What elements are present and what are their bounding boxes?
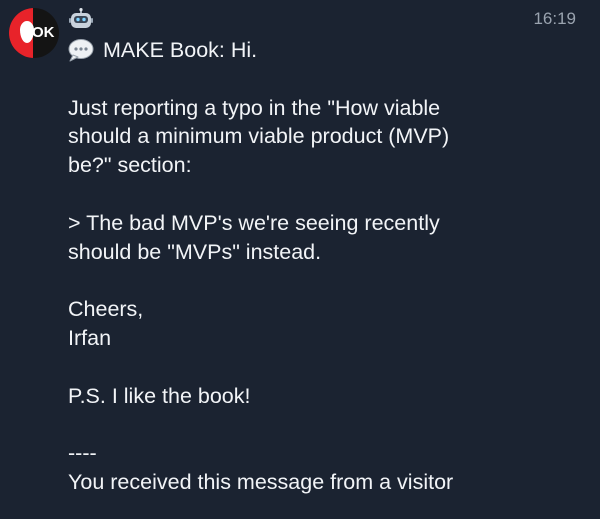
message-line: be?" section:	[68, 153, 192, 178]
message-line: should a minimum viable product (MVP)	[68, 124, 450, 149]
message-line: ----	[68, 441, 97, 466]
message-line: Just reporting a typo in the "How viable	[68, 95, 441, 120]
message-line	[68, 65, 578, 94]
message-line: Cheers,	[68, 297, 144, 322]
message-body: MAKE Book: Hi. Just reporting a typo in …	[68, 36, 578, 497]
message-header-text: MAKE Book: Hi.	[103, 38, 258, 62]
message-timestamp: 16:19	[533, 9, 576, 28]
message-line	[68, 353, 578, 382]
message-line	[68, 180, 578, 209]
message-line: You received this message from a visitor	[68, 469, 454, 494]
message-first-line: MAKE Book: Hi.	[68, 36, 578, 65]
robot-icon	[69, 8, 93, 28]
sender-avatar[interactable]: OK	[9, 8, 59, 58]
message-line	[68, 266, 578, 295]
message-line: Irfan	[68, 325, 112, 350]
message-line	[68, 410, 578, 439]
message-line: P.S. I like the book!	[68, 383, 251, 408]
message-line: > The bad MVP's we're seeing recently	[68, 210, 440, 235]
message-line: should be "MVPs" instead.	[68, 239, 322, 264]
avatar-text: OK	[32, 24, 55, 41]
speech-bubble-icon	[68, 39, 94, 62]
